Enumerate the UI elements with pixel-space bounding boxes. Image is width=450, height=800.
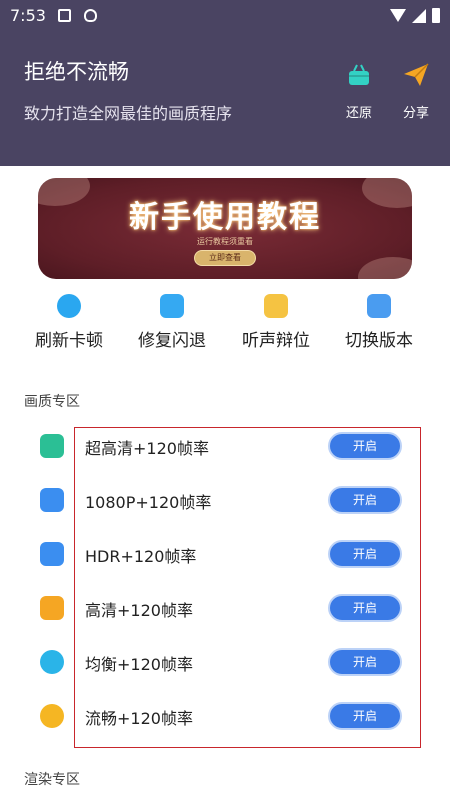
layers-icon — [40, 488, 64, 512]
list-item: 1080P+120帧率 开启 — [0, 473, 450, 527]
doc-icon — [367, 294, 391, 318]
page-title: 拒绝不流畅 — [24, 60, 129, 84]
quick-action-label: 听声辩位 — [242, 331, 310, 351]
paper-plane-icon — [404, 63, 429, 86]
banner-subtitle: 运行教程须重看 — [197, 237, 253, 246]
banner-title: 新手使用教程 — [129, 200, 321, 235]
status-time: 7:53 — [10, 6, 46, 25]
list-item: 高清+120帧率 开启 — [0, 581, 450, 635]
list-item-label: HDR+120帧率 — [85, 547, 197, 566]
quick-action-fix-crash[interactable]: 修复闪退 — [122, 294, 222, 351]
list-item-label: 超高清+120帧率 — [85, 439, 209, 458]
box-icon — [264, 294, 288, 318]
page-subtitle: 致力打造全网最佳的画质程序 — [24, 104, 233, 123]
restore-label: 还原 — [345, 106, 372, 121]
p-circle-icon — [57, 294, 81, 318]
enable-button[interactable]: 开启 — [328, 648, 402, 676]
share-label: 分享 — [402, 106, 429, 121]
list-item-label: 高清+120帧率 — [85, 601, 193, 620]
quick-action-label: 修复闪退 — [138, 331, 206, 351]
tutorial-banner[interactable]: 新手使用教程 运行教程须重看 立即查看 — [38, 178, 412, 279]
restore-button[interactable]: 还原 — [337, 62, 381, 121]
quick-action-label: 切换版本 — [345, 331, 413, 351]
status-icons — [390, 8, 440, 23]
section-title-render: 渲染专区 — [24, 772, 80, 788]
signal-icon — [412, 8, 426, 23]
enable-button[interactable]: 开启 — [328, 702, 402, 730]
list-item: 超高清+120帧率 开启 — [0, 419, 450, 473]
status-bar: 7:53 — [0, 0, 450, 32]
share-button[interactable]: 分享 — [394, 62, 438, 121]
section-title-quality: 画质专区 — [24, 394, 80, 410]
cloud-icon — [160, 294, 184, 318]
quick-action-switch-version[interactable]: 切换版本 — [329, 294, 429, 351]
list-item: 流畅+120帧率 开启 — [0, 689, 450, 743]
app-header: 7:53 拒绝不流畅 致力打造全网最佳的画质程序 还原 分享 — [0, 0, 450, 166]
p-doc-icon — [40, 596, 64, 620]
enable-button[interactable]: 开启 — [328, 540, 402, 568]
banner-button[interactable]: 立即查看 — [194, 250, 256, 266]
list-item-label: 1080P+120帧率 — [85, 493, 212, 512]
enable-button[interactable]: 开启 — [328, 486, 402, 514]
enable-button[interactable]: 开启 — [328, 432, 402, 460]
cloud-decoration — [358, 257, 412, 279]
basket-icon — [349, 64, 369, 85]
shield-icon — [84, 9, 97, 22]
list-item: 均衡+120帧率 开启 — [0, 635, 450, 689]
notification-a-icon — [58, 9, 71, 22]
cloud-icon — [40, 650, 64, 674]
w-doc-icon — [40, 542, 64, 566]
battery-icon — [432, 8, 440, 23]
g-circle-icon — [40, 704, 64, 728]
inbox-icon — [40, 434, 64, 458]
list-item-label: 流畅+120帧率 — [85, 709, 193, 728]
list-item: HDR+120帧率 开启 — [0, 527, 450, 581]
quick-action-label: 刷新卡顿 — [35, 331, 103, 351]
enable-button[interactable]: 开启 — [328, 594, 402, 622]
quick-action-refresh[interactable]: 刷新卡顿 — [19, 294, 119, 351]
quick-action-sound[interactable]: 听声辩位 — [226, 294, 326, 351]
list-item-label: 均衡+120帧率 — [85, 655, 193, 674]
wifi-icon — [390, 9, 406, 22]
